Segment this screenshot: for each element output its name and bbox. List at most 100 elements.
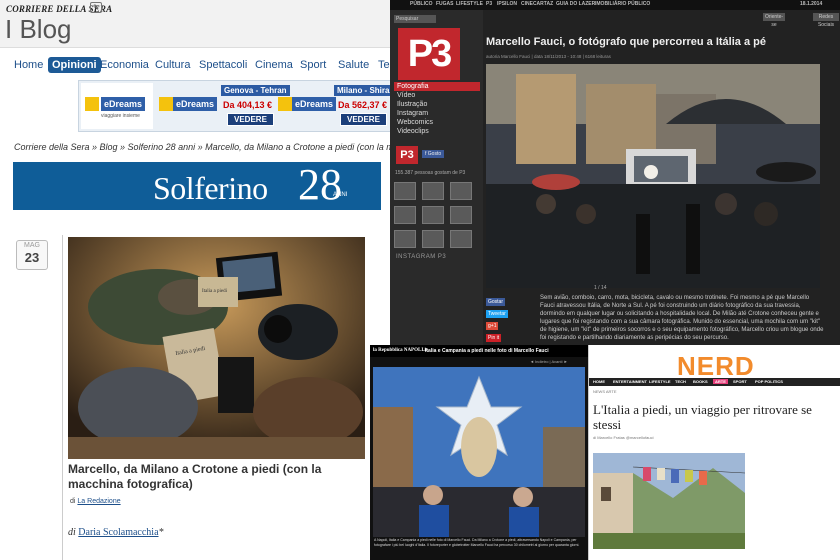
- nerd-menu-tech[interactable]: TECH: [675, 379, 686, 384]
- thumbnail[interactable]: [450, 206, 472, 224]
- thumbnail[interactable]: [450, 182, 472, 200]
- thumbnail[interactable]: [422, 206, 444, 224]
- nerd-menu-books[interactable]: BOOKS: [693, 379, 708, 384]
- p3-logo[interactable]: P3: [398, 28, 460, 80]
- thumbnail[interactable]: [394, 206, 416, 224]
- nav-economia[interactable]: Economia: [100, 59, 149, 71]
- topnav-cinecartaz[interactable]: CINECARTAZ: [521, 1, 553, 7]
- thumbnail[interactable]: [394, 230, 416, 248]
- post-date-badge: MAG 23: [16, 240, 48, 270]
- ad-price: Da 562,37 €: [338, 100, 388, 110]
- topnav-fugas[interactable]: FUGAS: [436, 1, 454, 7]
- nav-cultura[interactable]: Cultura: [155, 59, 190, 71]
- divider: [62, 235, 63, 560]
- post-title[interactable]: Marcello, da Milano a Crotone a piedi (c…: [68, 462, 368, 492]
- article-title: Marcello Fauci, o fotógrafo que percorre…: [486, 36, 766, 48]
- google-plus-button[interactable]: g+1: [486, 322, 499, 330]
- author-suffix: *: [158, 527, 164, 538]
- nerd-menu-sport[interactable]: SPORT: [733, 379, 747, 384]
- topnav-publico[interactable]: PÚBLICO: [410, 1, 433, 7]
- edreams-ad-banner[interactable]: eDreams viaggiare insieme eDreams Genova…: [78, 80, 395, 132]
- article-body: Sem avião, comboio, carro, mota, bicicle…: [540, 295, 824, 341]
- post-author: di Daria Scolamacchia*: [68, 527, 164, 538]
- ad-logo: eDreams: [292, 97, 337, 111]
- masthead-icon: ✎: [90, 2, 102, 13]
- nerd-menu-arte[interactable]: ARTE: [713, 379, 728, 384]
- breadcrumb[interactable]: Corriere della Sera » Blog » Solferino 2…: [14, 142, 395, 152]
- repubblica-headline: Italia e Campania a piedi nelle foto di …: [425, 348, 549, 354]
- topnav-ipsilon[interactable]: IPSILON: [497, 1, 517, 7]
- post-photo-backpack[interactable]: Italia a piedi Italia a piedi: [68, 237, 365, 459]
- nerd-menu-home[interactable]: HOME: [593, 379, 605, 384]
- p3-header: Oriente-se Redes Sociais: [483, 10, 840, 28]
- ad-vedere-button[interactable]: VEDERE: [340, 113, 387, 126]
- facebook-share-button[interactable]: Gostar: [486, 298, 506, 306]
- ad-block-2[interactable]: eDreams Genova - Tehran Da 404,13 € VEDE…: [157, 83, 290, 129]
- topnav-p3[interactable]: P3: [486, 1, 492, 7]
- byline-prefix: di: [70, 498, 76, 505]
- thumbnail[interactable]: [422, 230, 444, 248]
- nerd-panel: NERD HOME ENTERTAINMENT LIFESTYLE TECH B…: [588, 345, 840, 560]
- facebook-like-button[interactable]: f Gosto: [422, 150, 445, 158]
- nav-opinioni[interactable]: Opinioni: [48, 57, 101, 73]
- oriente-se-button[interactable]: Oriente-se: [763, 13, 785, 28]
- ad-price: Da 404,13 €: [223, 100, 273, 110]
- corriere-blog-panel: CORRIERE DELLA SERA ✎ I Blog Home Opinio…: [0, 0, 395, 560]
- byline-author-link[interactable]: La Redazione: [77, 498, 120, 505]
- ad-block-1[interactable]: eDreams viaggiare insieme: [81, 83, 153, 129]
- instagram-label[interactable]: INSTAGRAM P3: [396, 254, 446, 260]
- ad-logo: eDreams: [101, 97, 146, 111]
- topnav-imobiliario[interactable]: IMOBILIÁRIO PÚBLICO: [595, 1, 650, 7]
- date-month: MAG: [24, 242, 40, 249]
- photo-counter: 1 / 14: [594, 285, 607, 291]
- article-meta: autoria Marcello Fauci | data 18/11/2013…: [486, 54, 611, 59]
- ad-route: Milano - Shiraz: [334, 85, 395, 96]
- article-photo-pope[interactable]: [486, 64, 820, 288]
- nerd-menu-entertainment[interactable]: ENTERTAINMENT: [613, 379, 647, 384]
- pinterest-button[interactable]: Pin it: [486, 334, 502, 342]
- ad-vedere-button[interactable]: VEDERE: [227, 113, 274, 126]
- nerd-subnav[interactable]: NEWS ARTE: [593, 389, 617, 394]
- nerd-byline: di Marcello Fratas @marcellofauci: [593, 435, 654, 440]
- menu-videoclips[interactable]: Videoclips: [394, 127, 480, 136]
- nav-sport[interactable]: Sport: [300, 59, 326, 71]
- topnav-lifestyle[interactable]: LIFESTYLE: [456, 1, 483, 7]
- nerd-menubar: HOME ENTERTAINMENT LIFESTYLE TECH BOOKS …: [589, 378, 840, 386]
- menu-fotografia[interactable]: Fotografia: [394, 82, 480, 91]
- gallery-controls[interactable]: ◄ Indietro | Avanti ►: [530, 359, 568, 364]
- solferino-word: Solferino: [153, 170, 268, 206]
- nav-salute[interactable]: Salute: [338, 59, 369, 71]
- corriere-nav: Home Opinioni Economia Cultura Spettacol…: [0, 56, 395, 78]
- menu-instagram[interactable]: Instagram: [394, 109, 480, 118]
- p3-menu: Fotografia Vídeo Ilustração Instagram We…: [394, 82, 480, 136]
- repubblica-brand[interactable]: la Repubblica NAPOLI.it: [373, 348, 428, 353]
- tweet-button[interactable]: Tweetar: [486, 310, 508, 318]
- nav-home[interactable]: Home: [14, 59, 43, 71]
- author-link[interactable]: Daria Scolamacchia: [78, 527, 158, 538]
- redes-sociais-button[interactable]: Redes Sociais: [813, 13, 839, 28]
- menu-ilustracao[interactable]: Ilustração: [394, 100, 480, 109]
- post-photo-illustration: Italia a piedi Italia a piedi: [68, 237, 365, 459]
- nav-spettacoli[interactable]: Spettacoli: [199, 59, 247, 71]
- gallery-caption: A Napoli, Italia e Campania a piedi nell…: [374, 538, 580, 547]
- nav-cinema[interactable]: Cinema: [255, 59, 293, 71]
- p3-publico-panel: PÚBLICO FUGAS LIFESTYLE P3 IPSILON CINEC…: [390, 0, 840, 348]
- facebook-fans-count: 155.387 pessoas gostam de P3: [395, 170, 466, 176]
- ad-block-3[interactable]: eDreams Milano - Shiraz Da 562,37 € VEDE…: [276, 83, 395, 129]
- gallery-photo-procession[interactable]: [373, 367, 585, 537]
- topnav-guia[interactable]: GUIA DO LAZER: [556, 1, 595, 7]
- thumbnail[interactable]: [450, 230, 472, 248]
- nerd-menu-lifestyle[interactable]: LIFESTYLE: [649, 379, 671, 384]
- thumbnail[interactable]: [422, 182, 444, 200]
- edreams-logo-icon: [85, 97, 99, 111]
- blog-title[interactable]: I Blog: [5, 14, 72, 45]
- p3-search-input[interactable]: Pesquisar: [394, 15, 436, 23]
- nerd-menu-pop-politics[interactable]: POP POLITICS: [755, 379, 783, 384]
- solferino-banner[interactable]: Solferino 28 ANNI: [13, 162, 381, 210]
- menu-video[interactable]: Vídeo: [394, 91, 480, 100]
- nerd-article-photo[interactable]: [593, 453, 746, 549]
- thumbnail[interactable]: [394, 182, 416, 200]
- menu-webcomics[interactable]: Webcomics: [394, 118, 480, 127]
- facebook-like-label: Gosto: [427, 151, 442, 157]
- gallery-photo-illustration: [373, 367, 585, 537]
